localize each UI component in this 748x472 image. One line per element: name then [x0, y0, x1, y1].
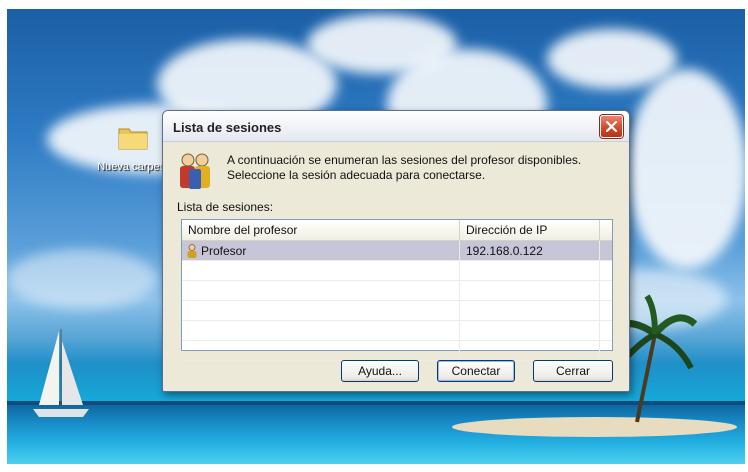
- table-row-empty: [182, 261, 612, 281]
- table-row-empty: [182, 301, 612, 321]
- cloud: [547, 29, 677, 89]
- cloud: [7, 249, 157, 309]
- table-row-empty: [182, 321, 612, 341]
- teacher-name-cell: Profesor: [182, 241, 460, 260]
- ip-address-cell: 192.168.0.122: [460, 241, 600, 260]
- dialog-message: A continuación se enumeran las sesiones …: [227, 153, 581, 183]
- column-header-filler: [600, 220, 612, 240]
- teacher-name: Profesor: [201, 243, 247, 258]
- sessions-list[interactable]: Nombre del profesor Dirección de IP Prof…: [181, 219, 613, 361]
- dialog-header: A continuación se enumeran las sesiones …: [177, 151, 617, 193]
- title-bar[interactable]: Lista de sesiones: [163, 111, 629, 142]
- table-row-empty: [182, 341, 612, 361]
- folder-icon: [118, 128, 148, 150]
- filler-cell: [600, 241, 612, 260]
- table-row[interactable]: Profesor 192.168.0.122: [182, 241, 612, 261]
- sailboat-image: [33, 329, 89, 417]
- list-header: Nombre del profesor Dirección de IP: [182, 220, 612, 241]
- message-line-2: Seleccione la sesión adecuada para conec…: [227, 168, 486, 182]
- sessions-dialog: Lista de sesiones A continuación se enum…: [162, 110, 630, 392]
- dialog-title: Lista de sesiones: [173, 120, 282, 135]
- cloud: [627, 69, 745, 269]
- users-icon: [180, 153, 210, 189]
- close-icon: [606, 121, 617, 132]
- table-row-empty: [182, 281, 612, 301]
- close-button[interactable]: [600, 115, 623, 138]
- sessions-list-label: Lista de sesiones:: [177, 200, 274, 214]
- close-dialog-button[interactable]: Cerrar: [533, 360, 613, 382]
- column-header-teacher-name[interactable]: Nombre del profesor: [182, 220, 460, 240]
- message-line-1: A continuación se enumeran las sesiones …: [227, 153, 582, 167]
- help-button[interactable]: Ayuda...: [341, 360, 419, 382]
- folder-label: Nueva carpeta: [97, 161, 169, 173]
- user-icon: [187, 243, 197, 258]
- desktop-folder[interactable]: Nueva carpeta: [93, 124, 173, 173]
- column-header-ip-address[interactable]: Dirección de IP: [460, 220, 600, 240]
- connect-button[interactable]: Conectar: [437, 360, 515, 382]
